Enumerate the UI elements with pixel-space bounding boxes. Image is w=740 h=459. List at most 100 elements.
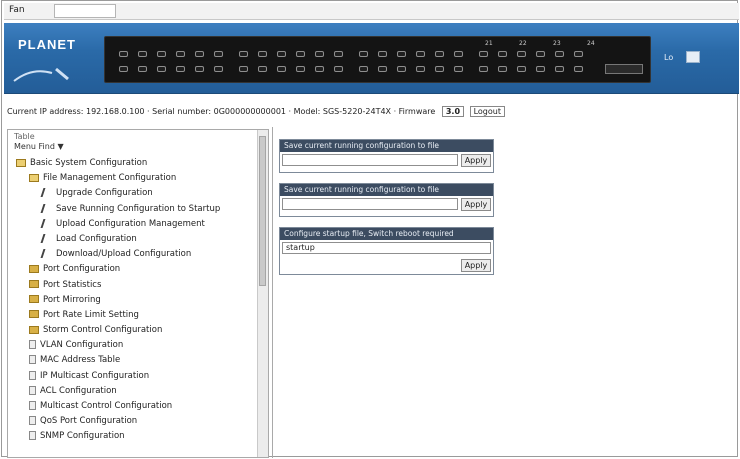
tree-item-label: ACL Configuration	[40, 385, 117, 396]
tree-item-label: Upgrade Configuration	[56, 188, 153, 199]
tree-item-label: IP Multicast Configuration	[40, 370, 150, 381]
tree-item-label: QoS Port Configuration	[40, 416, 138, 427]
port-icon	[214, 66, 223, 72]
tree-item[interactable]: Basic System Configuration	[8, 156, 256, 171]
panel-tag: 23	[553, 40, 561, 47]
tree-item[interactable]: Load Configuration	[8, 232, 256, 247]
tree-item[interactable]: QoS Port Configuration	[8, 414, 256, 429]
nav-tree: Basic System Configuration File Managemen…	[8, 156, 256, 445]
firmware-version: 3.0	[441, 106, 465, 117]
tree-item[interactable]: File Management Configuration	[8, 171, 256, 186]
port-icon	[359, 51, 368, 57]
port-icon	[138, 51, 147, 57]
tree-item-label: Port Rate Limit Setting	[43, 309, 139, 320]
save-file-title: Save current running configuration to fi…	[280, 184, 493, 196]
tree-item[interactable]: Port Rate Limit Setting	[8, 308, 256, 323]
tree-item[interactable]: Download/Upload Configuration	[8, 247, 256, 262]
tree-item[interactable]: Upload Configuration Management	[8, 217, 256, 232]
panel-tag: 21	[485, 40, 493, 47]
port-icon	[397, 66, 406, 72]
port-icon	[536, 51, 545, 57]
save-running-apply-button[interactable]: Apply	[461, 154, 491, 167]
save-file-box: Save current running configuration to fi…	[279, 183, 494, 217]
menu-label[interactable]: Fan	[9, 5, 25, 15]
window-frame: Fan PLANET 21 22 23 24 Lo Current IP addres…	[1, 0, 740, 458]
banner-control-label: Lo	[664, 53, 674, 62]
port-icon	[517, 66, 526, 72]
tool-icon	[40, 203, 54, 213]
port-icon	[157, 66, 166, 72]
page-icon	[29, 370, 36, 380]
folder-icon	[29, 310, 39, 319]
port-icon	[277, 51, 286, 57]
tree-item[interactable]: Port Statistics	[8, 278, 256, 293]
tree-item-label: Download/Upload Configuration	[56, 249, 192, 260]
port-icon	[359, 66, 368, 72]
menu-bar: Fan	[4, 3, 739, 20]
port-icon	[378, 66, 387, 72]
port-icon	[296, 51, 305, 57]
port-icon	[334, 51, 343, 57]
tree-item-label: Storm Control Configuration	[43, 325, 163, 336]
main-content: Save current running configuration to fi…	[272, 127, 740, 458]
tree-item[interactable]: MAC Address Table	[8, 353, 256, 368]
tree-item[interactable]: Port Configuration	[8, 262, 256, 277]
tree-item[interactable]: VLAN Configuration	[8, 338, 256, 353]
folder-icon	[29, 325, 39, 334]
port-icon	[214, 51, 223, 57]
panel-tag: 24	[587, 40, 595, 47]
save-running-field[interactable]	[282, 154, 458, 166]
page-icon	[29, 340, 36, 350]
nav-scrollbar[interactable]	[257, 130, 268, 457]
port-icon	[258, 66, 267, 72]
folder-icon	[29, 280, 39, 288]
startup-file-field[interactable]: startup	[282, 242, 491, 254]
port-icon	[176, 66, 185, 72]
tool-icon	[40, 233, 54, 243]
save-file-field[interactable]	[282, 198, 458, 210]
tree-item-label: Upload Configuration Management	[56, 218, 205, 229]
page-icon	[29, 355, 36, 365]
tool-icon	[40, 188, 54, 198]
tree-item[interactable]: Storm Control Configuration	[8, 323, 256, 338]
tree-item-label: Basic System Configuration	[30, 158, 148, 168]
tree-item[interactable]: Upgrade Configuration	[8, 186, 256, 201]
device-banner: PLANET 21 22 23 24 Lo	[4, 23, 739, 94]
tree-item-label: Port Statistics	[43, 279, 102, 290]
port-icon	[454, 51, 463, 57]
tree-item[interactable]: Multicast Control Configuration	[8, 399, 256, 414]
port-icon	[479, 66, 488, 72]
port-icon	[157, 51, 166, 57]
port-icon	[574, 51, 583, 57]
tree-item-label: Multicast Control Configuration	[40, 401, 173, 411]
folder-icon	[29, 264, 39, 273]
port-icon	[479, 51, 488, 57]
startup-file-box: Configure startup file, Switch reboot re…	[279, 227, 494, 275]
nav-header: Table	[14, 132, 35, 141]
startup-file-apply-button[interactable]: Apply	[461, 259, 491, 272]
brand-logo: PLANET	[18, 37, 76, 52]
tree-item[interactable]: ACL Configuration	[8, 384, 256, 399]
port-icon	[416, 66, 425, 72]
sidebar-nav: Table Menu Find ▼ Basic System Configura…	[7, 129, 269, 458]
tree-item[interactable]: Save Running Configuration to Startup	[8, 202, 256, 217]
nav-find[interactable]: Menu Find ▼	[14, 142, 64, 151]
refresh-button[interactable]	[686, 51, 700, 63]
port-icon	[315, 51, 324, 57]
tree-item[interactable]: SNMP Configuration	[8, 429, 256, 444]
menu-field[interactable]	[54, 4, 116, 18]
tree-item-label: SNMP Configuration	[40, 431, 125, 442]
port-icon	[119, 51, 128, 57]
port-icon	[435, 66, 444, 72]
tree-item[interactable]: Port Mirroring	[8, 293, 256, 308]
tree-item[interactable]: IP Multicast Configuration	[8, 369, 256, 384]
port-icon	[239, 66, 248, 72]
tree-item-label: VLAN Configuration	[40, 340, 124, 351]
switch-front-panel: 21 22 23 24	[104, 36, 651, 83]
logout-link[interactable]: Logout	[469, 106, 505, 117]
nav-scroll-thumb[interactable]	[259, 136, 266, 286]
port-icon	[334, 66, 343, 72]
port-icon	[517, 51, 526, 57]
save-file-apply-button[interactable]: Apply	[461, 198, 491, 211]
port-icon	[435, 51, 444, 57]
